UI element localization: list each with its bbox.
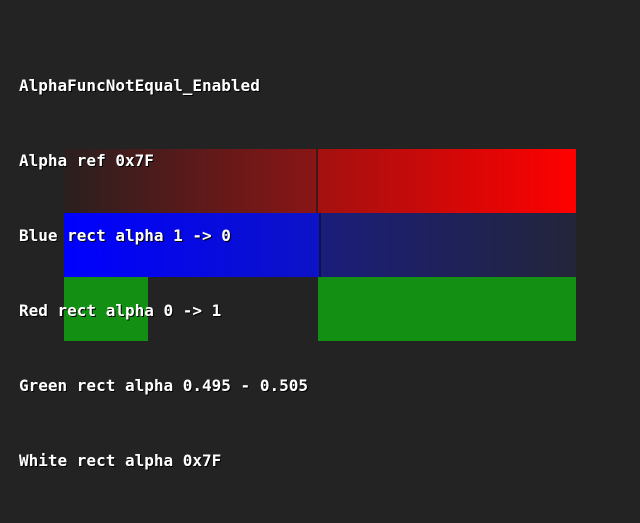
game-screen: AlphaFuncNotEqual_Enabled Alpha ref 0x7F… (0, 0, 640, 480)
info-line-blue-rect: Blue rect alpha 1 -> 0 (19, 226, 231, 245)
info-line-green-rect: Green rect alpha 0.495 - 0.505 (19, 376, 308, 395)
info-line-white-rect: White rect alpha 0x7F (19, 451, 222, 470)
info-line-title: AlphaFuncNotEqual_Enabled (19, 76, 260, 95)
green-rect-right (318, 277, 576, 341)
blue-gradient-rect-right (321, 213, 576, 277)
info-line-red-rect: Red rect alpha 0 -> 1 (19, 301, 222, 320)
debug-info-text: AlphaFuncNotEqual_Enabled Alpha ref 0x7F… (19, 23, 308, 523)
red-gradient-rect-right (318, 149, 576, 213)
info-line-alpha-ref: Alpha ref 0x7F (19, 151, 154, 170)
